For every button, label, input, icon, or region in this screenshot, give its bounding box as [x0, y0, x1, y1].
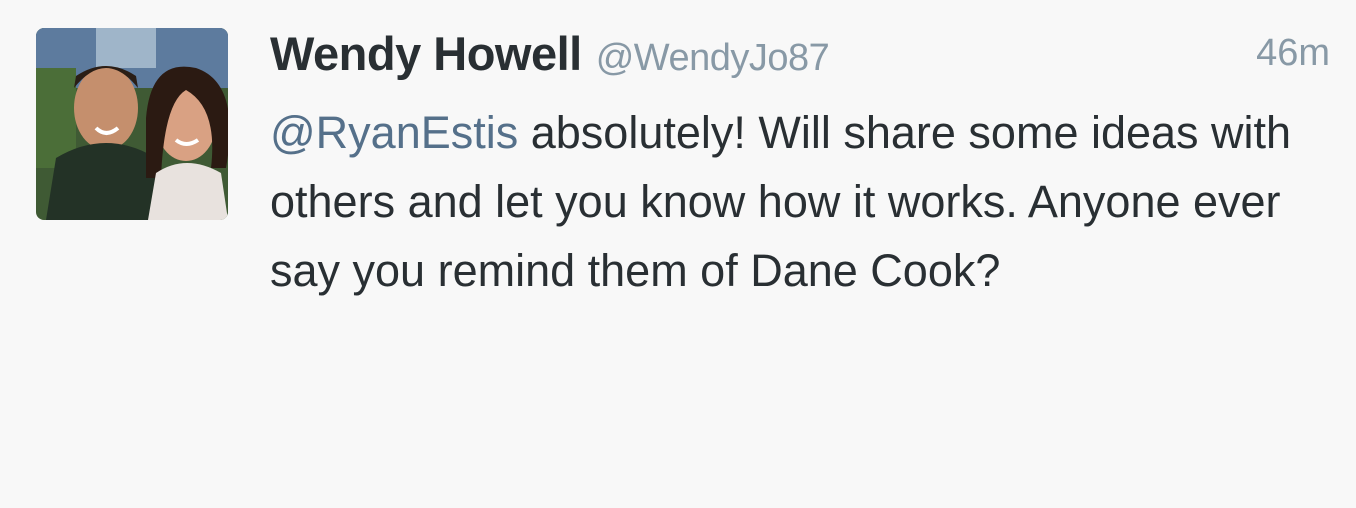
user-screen-name[interactable]: @WendyJo87	[596, 37, 830, 79]
tweet[interactable]: Wendy Howell @WendyJo87 46m @RyanEstis ab…	[0, 0, 1356, 508]
avatar-photo-icon	[36, 28, 228, 220]
mention-link[interactable]: @RyanEstis	[270, 107, 518, 158]
tweet-timestamp[interactable]: 46m	[1256, 32, 1330, 75]
tweet-header: Wendy Howell @WendyJo87 46m	[270, 26, 1330, 90]
tweet-content: Wendy Howell @WendyJo87 46m @RyanEstis ab…	[270, 26, 1330, 305]
tweet-text: @RyanEstis absolutely! Will share some i…	[270, 98, 1330, 305]
user-avatar[interactable]	[36, 28, 228, 220]
user-fullname[interactable]: Wendy Howell	[270, 27, 582, 80]
